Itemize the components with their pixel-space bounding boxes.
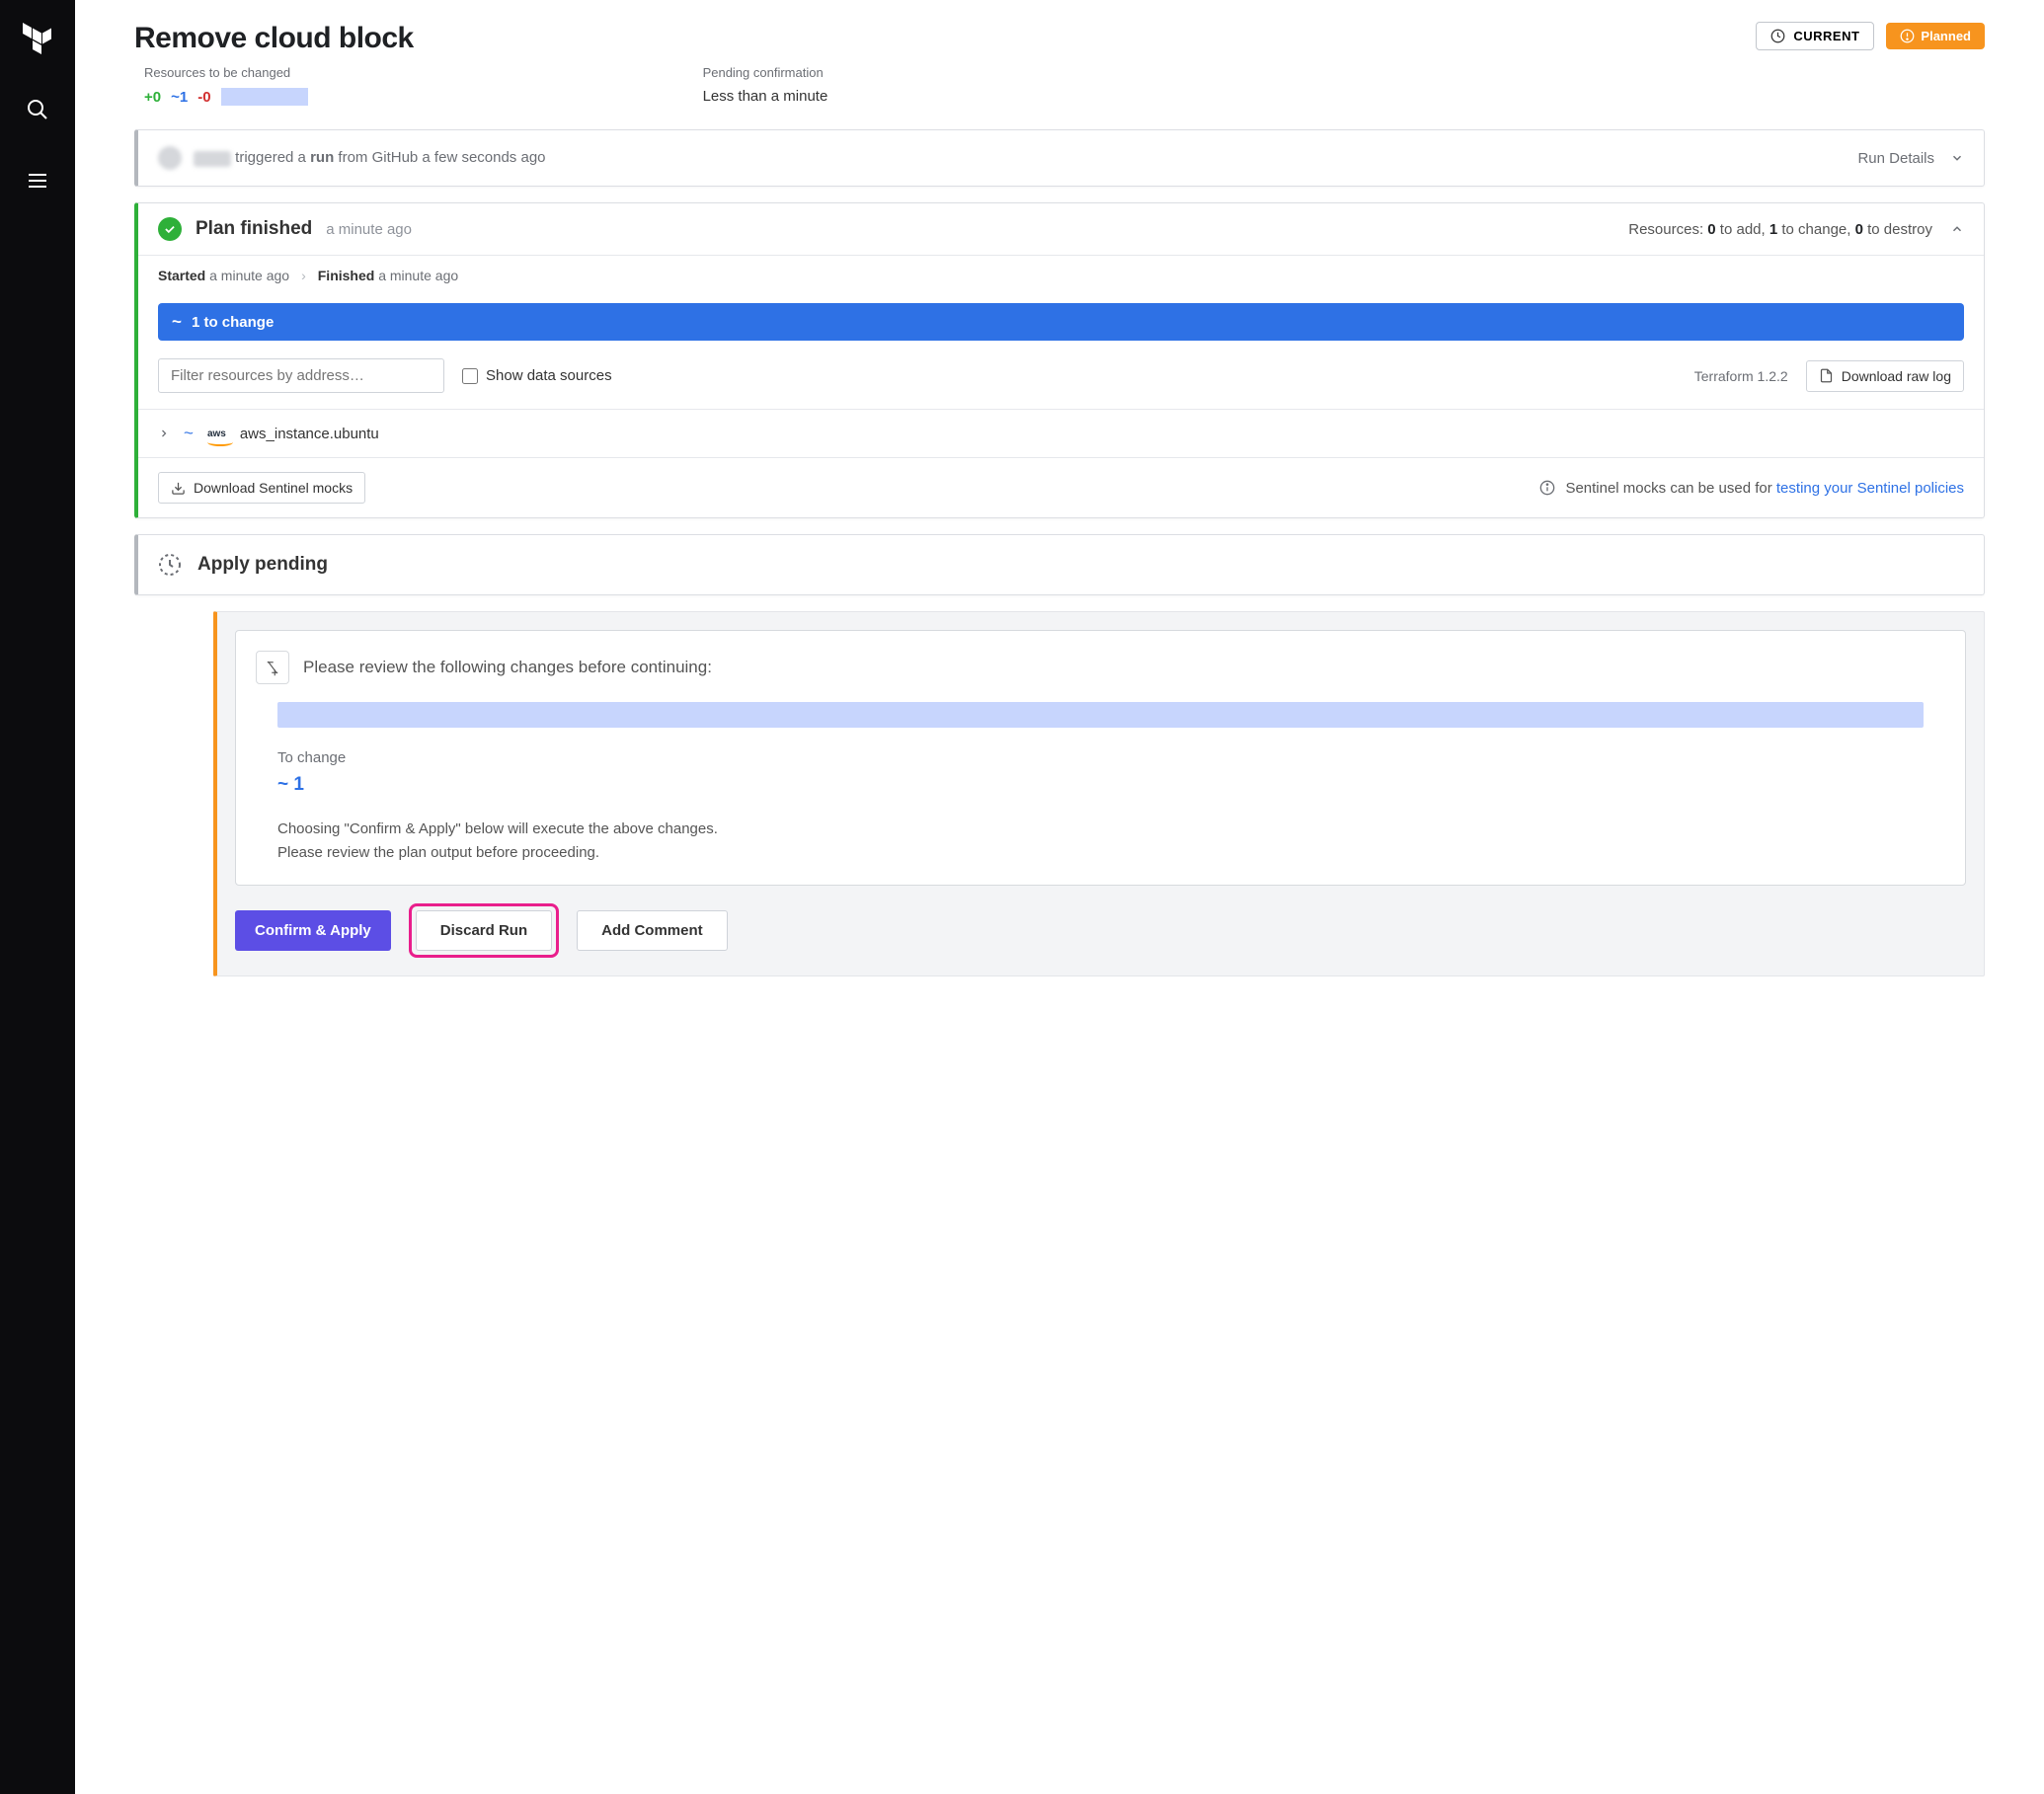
pending-confirmation-value: Less than a minute	[703, 88, 828, 105]
blurred-username	[194, 151, 231, 167]
confirm-panel: Please review the following changes befo…	[213, 611, 1985, 976]
current-button[interactable]: CURRENT	[1756, 22, 1874, 50]
sentinel-link[interactable]: testing your Sentinel policies	[1776, 480, 1964, 497]
confirm-line2: Please review the plan output before pro…	[277, 841, 1945, 865]
pending-confirmation-label: Pending confirmation	[703, 65, 828, 80]
terraform-version: Terraform 1.2.2	[1694, 368, 1788, 384]
resources-changed-values: +0 ~1 -0	[144, 88, 308, 106]
run-details-toggle[interactable]: Run Details	[1857, 150, 1964, 167]
resources-changed-label: Resources to be changed	[144, 65, 308, 80]
aws-icon: aws	[207, 429, 226, 439]
chevron-up-icon[interactable]	[1950, 222, 1964, 236]
confirm-apply-button[interactable]: Confirm & Apply	[235, 910, 391, 951]
apply-pending-card: Apply pending	[134, 534, 1985, 595]
resource-row[interactable]: ~ aws aws_instance.ubuntu	[138, 410, 1984, 458]
run-details-label: Run Details	[1857, 150, 1934, 167]
chevron-right-icon	[158, 428, 170, 439]
discard-run-highlight: Discard Run	[409, 903, 559, 958]
chevron-down-icon	[1950, 151, 1964, 165]
planned-button[interactable]: Planned	[1886, 23, 1985, 49]
change-summary-label: 1 to change	[192, 314, 274, 331]
check-icon	[158, 217, 182, 241]
current-button-label: CURRENT	[1793, 29, 1859, 43]
add-comment-button[interactable]: Add Comment	[577, 910, 728, 951]
to-change-value: ~ 1	[277, 774, 1945, 796]
plan-title: Plan finished	[196, 218, 312, 240]
trigger-text: triggered a run from GitHub a few second…	[158, 146, 546, 170]
plan-time: a minute ago	[326, 221, 412, 238]
avatar	[158, 146, 182, 170]
menu-icon[interactable]	[19, 162, 56, 199]
plan-icon-box	[256, 651, 289, 684]
page-title: Remove cloud block	[134, 22, 414, 55]
alert-icon	[1900, 29, 1915, 43]
plan-resource-summary: Resources: 0 to add, 1 to change, 0 to d…	[1628, 221, 1932, 238]
resources-add: +0	[144, 89, 161, 106]
confirm-title: Please review the following changes befo…	[303, 658, 712, 677]
filter-input[interactable]	[158, 358, 444, 393]
sentinel-info: Sentinel mocks can be used for testing y…	[1539, 480, 1964, 497]
download-sentinel-mocks-button[interactable]: Download Sentinel mocks	[158, 472, 365, 504]
clock-pending-icon	[158, 553, 182, 577]
show-data-sources-checkbox[interactable]: Show data sources	[462, 367, 612, 384]
download-raw-log-button[interactable]: Download raw log	[1806, 360, 1964, 392]
redacted-block	[221, 88, 308, 106]
redacted-message	[277, 702, 1924, 728]
to-change-label: To change	[277, 749, 1945, 766]
file-icon	[1819, 368, 1834, 383]
confirm-line1: Choosing "Confirm & Apply" below will ex…	[277, 818, 1945, 841]
resource-name: aws_instance.ubuntu	[240, 426, 379, 442]
search-icon[interactable]	[19, 91, 56, 128]
info-icon	[1539, 480, 1555, 496]
resources-destroy: -0	[197, 89, 210, 106]
main-content: Remove cloud block CURRENT Planned Resou…	[75, 0, 2044, 1794]
download-icon	[171, 481, 186, 496]
planned-button-label: Planned	[1921, 29, 1971, 43]
plan-card: Plan finished a minute ago Resources: 0 …	[134, 202, 1985, 518]
tilde-icon: ~	[184, 424, 194, 443]
change-summary-bar[interactable]: ~ 1 to change	[158, 303, 1964, 341]
plan-timing: Started a minute ago › Finished a minute…	[138, 255, 1984, 295]
clock-icon	[1770, 29, 1785, 43]
apply-pending-title: Apply pending	[197, 554, 328, 576]
sidebar	[0, 0, 75, 1794]
discard-run-button[interactable]: Discard Run	[416, 910, 552, 951]
terraform-logo[interactable]	[19, 20, 56, 57]
trigger-card: triggered a run from GitHub a few second…	[134, 129, 1985, 187]
resources-change: ~1	[171, 89, 188, 106]
diff-icon	[264, 659, 281, 676]
